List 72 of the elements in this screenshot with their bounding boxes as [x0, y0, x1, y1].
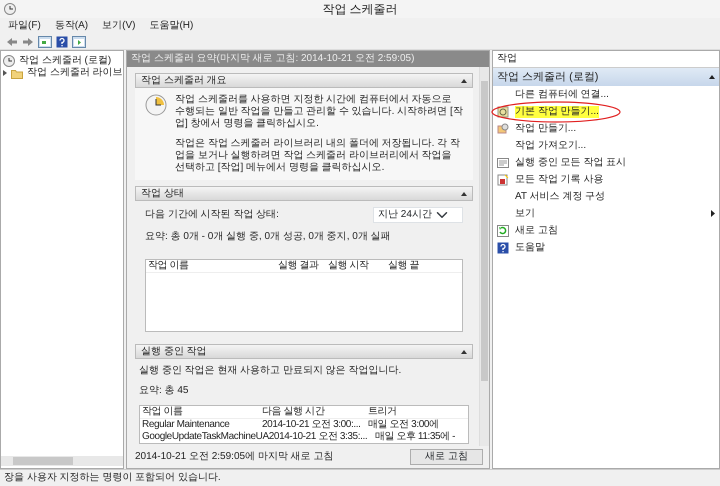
column-header[interactable]: 작업 이름 [148, 260, 278, 272]
action-item[interactable]: 보기 [515, 208, 535, 220]
clock-icon [145, 94, 167, 116]
description-text: 작업은 작업 스케줄러 라이브러리 내의 폴더에 저장됩니다. 각 작업을 보거나 실행하려면 작업 스케줄러 라이브러리에서 작업을 선택하고 [작업] 메뉴에서 명령을 클릭하십시오. [175, 138, 462, 174]
description-text: 실행 중인 작업은 현재 사용하고 만료되지 않은 작업입니다. [139, 365, 402, 377]
period-dropdown[interactable]: 지난 24시간 [373, 207, 463, 223]
back-arrow-icon[interactable] [6, 36, 18, 46]
last-refresh-text: 2014-10-21 오전 2:59:05에 마지막 새로 고침 [135, 451, 334, 463]
action-item[interactable]: 모든 작업 기록 사용 [515, 174, 604, 186]
window-title: 작업 스케줄러 [322, 3, 398, 15]
collapse-icon[interactable] [461, 350, 467, 354]
summary-text: 요약: 총 0개 - 0개 실행 중, 0개 성공, 0개 중지, 0개 실패 [145, 231, 392, 243]
menu-item[interactable]: 보기(V) [102, 20, 136, 32]
summary-header: 작업 스케줄러 요약(마지막 새로 고침: 2014-10-21 오전 2:59:05) [127, 51, 489, 67]
task-icon [497, 122, 509, 134]
group-title: 작업 스케줄러 (로컬) [497, 70, 598, 84]
refresh-button[interactable]: 새로 고침 [410, 449, 483, 465]
action-item[interactable]: 기본 작업 만들기... [515, 106, 599, 118]
table-cell-text: 2014-10-21 오전 3:00:... [262, 419, 362, 431]
action-item[interactable]: 작업 가져오기... [515, 140, 586, 152]
action-pane-icon[interactable] [72, 36, 86, 48]
forward-arrow-icon[interactable] [22, 36, 34, 46]
column-header[interactable]: 다음 실행 시간 [262, 406, 368, 418]
action-item[interactable]: 작업 만들기... [515, 122, 576, 134]
column-header[interactable]: 실행 시작 [328, 260, 388, 272]
tree-item[interactable]: 작업 스케줄러 (로컬) [19, 55, 112, 67]
horizontal-scrollbar[interactable] [1, 456, 123, 466]
section-header[interactable]: 작업 상태 [135, 186, 473, 201]
action-item[interactable]: 실행 중인 모든 작업 표시 [515, 156, 626, 168]
table-cell-text: 2014-10-21 오전 3:35:... [268, 431, 368, 443]
menu-item[interactable]: 동작(A) [54, 20, 88, 32]
collapse-icon[interactable] [461, 78, 467, 82]
help-icon [497, 242, 509, 254]
actions-group-header[interactable]: 작업 스케줄러 (로컬) [493, 68, 719, 86]
status-text: 장을 사용자 지정하는 명령이 포함되어 있습니다. [4, 472, 221, 483]
action-item[interactable]: 도움말 [515, 242, 545, 254]
column-header[interactable]: 트리거 [368, 406, 466, 418]
wizard-icon [497, 106, 509, 118]
summary-text: 요약: 총 45 [139, 385, 190, 397]
action-item[interactable]: 새로 고침 [515, 224, 558, 236]
table-cell: GoogleUpdateTaskMachineUA [142, 431, 269, 443]
vertical-scrollbar[interactable] [479, 67, 489, 446]
table-cell-text: 매일 오전 3:00에 [368, 419, 440, 431]
action-item[interactable]: AT 서비스 계정 구성 [515, 190, 606, 202]
clock-icon [4, 3, 16, 15]
section-title: 실행 중인 작업 [141, 346, 207, 358]
refresh-icon [497, 224, 509, 236]
collapse-icon[interactable] [709, 75, 715, 79]
column-header[interactable]: 실행 결과 [278, 260, 328, 272]
menu-item[interactable]: 파일(F) [8, 20, 41, 32]
column-header[interactable]: 실행 끝 [388, 260, 460, 272]
tree-item[interactable]: 작업 스케줄러 라이브 [27, 67, 123, 79]
column-header[interactable]: 작업 이름 [142, 406, 262, 418]
action-item[interactable]: 다른 컴퓨터에 연결... [515, 88, 609, 100]
help-icon[interactable] [56, 36, 68, 48]
section-title: 작업 상태 [141, 188, 184, 200]
console-tree-icon[interactable] [38, 36, 52, 48]
folder-icon [11, 68, 23, 78]
collapse-icon[interactable] [461, 192, 467, 196]
expander-icon[interactable] [3, 70, 7, 76]
clock-icon [3, 55, 15, 67]
section-header[interactable]: 실행 중인 작업 [135, 344, 473, 359]
table-cell-text: Regular Maintenance [142, 419, 230, 431]
section-header[interactable]: 작업 스케줄러 개요 [135, 73, 473, 88]
period-label: 다음 기간에 시작된 작업 상태: [145, 209, 279, 221]
section-title: 작업 스케줄러 개요 [141, 74, 227, 86]
menu-item[interactable]: 도움말(H) [149, 20, 194, 32]
history-icon [497, 174, 509, 186]
list-icon [497, 156, 509, 168]
description-text: 작업 스케줄러를 사용하면 지정한 시간에 컴퓨터에서 자동으로 수행되는 일반 작업을 만들고 관리할 수 있습니다. 시작하려면 [작업] 창에서 명령을 클릭하십시오. [175, 94, 463, 130]
submenu-arrow-icon[interactable] [711, 210, 715, 217]
table-cell-text: 매일 오후 11:35에 - [374, 431, 456, 443]
